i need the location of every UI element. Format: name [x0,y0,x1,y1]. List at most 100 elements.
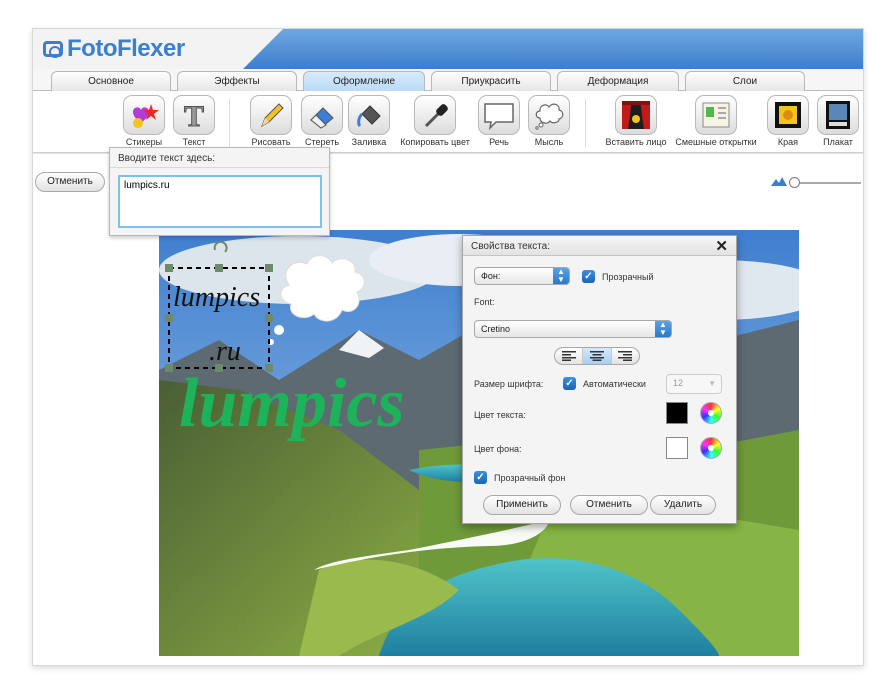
stickers-label: Стикеры [125,137,163,147]
selected-text-line2[interactable]: .ru [209,336,241,367]
tab-effects[interactable]: Эффекты [177,71,297,91]
font-select[interactable]: Cretino ▲ ▼ [474,320,672,338]
font-size-value: 12 [673,378,684,388]
text-entry-title: Вводите текст здесь: [110,148,329,168]
align-left-button[interactable] [555,348,584,364]
color-wheel-icon[interactable] [700,437,722,459]
frame-icon [775,102,801,128]
svg-text:T: T [184,100,204,131]
bg-color-label: Цвет фона: [474,444,522,454]
text-entry-panel: Вводите текст здесь: lumpics.ru [109,147,330,236]
fill-tool[interactable]: Заливка [344,95,394,147]
align-right-icon [618,351,633,361]
dialog-title-text: Свойства текста: [471,241,551,252]
font-size-select: 12 ▼ [666,374,722,394]
draw-label: Рисовать [251,137,291,147]
font-size-label: Размер шрифта: [474,379,544,389]
text-tool[interactable]: T Текст [169,95,219,147]
funny-cards-label: Смешные открытки [675,137,757,147]
paint-bucket-icon [357,105,381,128]
tab-layers[interactable]: Слои [685,71,805,91]
fill-label: Заливка [351,137,387,147]
chevron-down-icon: ▼ [708,379,716,388]
color-wheel-icon[interactable] [700,402,722,424]
chevron-updown-icon: ▲ ▼ [553,268,569,284]
stickers-tool[interactable]: Стикеры [119,95,169,147]
font-label: Font: [474,297,495,307]
text-properties-dialog: Свойства текста: ✕ Фон: ▲ ▼ ✓ Прозрачный … [462,235,737,524]
header-accent [243,29,863,69]
poster-icon [826,101,850,129]
copy-color-tool[interactable]: Копировать цвет [397,95,473,147]
transparent-label: Прозрачный [602,272,654,282]
big-text[interactable]: lumpics [179,365,405,442]
auto-size-label: Автоматически [583,379,646,389]
speech-bubble-icon [484,103,514,130]
logo-text: FotoFlexer [67,35,185,62]
thought-bubble-icon [535,103,564,130]
transparent-bg-label: Прозрачный фон [494,473,566,483]
thought-tool[interactable]: Мысль [524,95,574,147]
transparent-bg-checkbox[interactable]: ✓ [474,471,487,484]
insert-face-label: Вставить лицо [605,137,667,147]
toolbar-divider [229,99,230,147]
text-label: Текст [182,137,206,147]
align-right-button[interactable] [612,348,639,364]
selected-text-line1[interactable]: lumpics [173,282,260,313]
align-left-icon [561,351,576,361]
tab-distort[interactable]: Деформация [557,71,679,91]
text-icon: T [183,100,204,132]
eraser-icon [310,107,334,129]
logo: FotoFlexer [43,35,185,63]
zoom-slider-track[interactable] [795,182,861,184]
auto-size-checkbox[interactable]: ✓ [563,377,576,390]
poster-tool[interactable]: Плакат [813,95,863,147]
text-color-label: Цвет текста: [474,410,526,420]
background-select[interactable]: Фон: ▲ ▼ [474,267,570,285]
align-center-button[interactable] [583,348,612,364]
zoom-slider-handle[interactable] [789,177,800,188]
copy-color-label: Копировать цвет [400,137,470,147]
speech-label: Речь [489,137,509,147]
dialog-title: Свойства текста: ✕ [463,236,736,256]
align-center-icon [589,351,604,361]
poster-label: Плакат [823,137,853,147]
camera-icon [43,41,63,58]
tab-decorate[interactable]: Оформление [303,71,425,92]
erase-tool[interactable]: Стереть [297,95,347,147]
text-entry-input[interactable]: lumpics.ru [118,175,322,228]
cancel-button[interactable]: Отменить [570,495,648,515]
alignment-group [554,347,640,365]
text-color-swatch[interactable] [666,402,688,424]
edges-label: Края [777,137,799,147]
pencil-icon [261,103,284,128]
background-select-value: Фон: [481,271,501,281]
transparent-checkbox[interactable]: ✓ [582,270,595,283]
close-icon[interactable]: ✕ [715,237,728,255]
font-select-value: Cretino [481,324,511,334]
app-window: FotoFlexer Основное Эффекты Оформление П… [32,28,864,666]
draw-tool[interactable]: Рисовать [243,95,299,147]
bg-color-swatch[interactable] [666,437,688,459]
edges-tool[interactable]: Края [765,95,811,147]
mountain-icon [771,177,787,186]
toolbar: Стикеры T Текст Рисовать Стереть Заливка… [33,91,863,153]
eyedropper-icon [424,104,448,128]
header-bar: FotoFlexer [33,29,863,69]
delete-button[interactable]: Удалить [650,495,716,515]
thought-label: Мысль [534,137,564,147]
toolbar-divider [585,99,586,147]
stickers-icon [133,104,159,128]
speech-tool[interactable]: Речь [474,95,524,147]
postcard-icon [702,102,730,128]
insert-face-tool[interactable]: Вставить лицо [599,95,673,147]
funny-cards-tool[interactable]: Смешные открытки [673,95,759,147]
tab-basic[interactable]: Основное [51,71,171,91]
chevron-updown-icon: ▲ ▼ [655,321,671,337]
curtain-icon [622,101,650,129]
tab-bar: Основное Эффекты Оформление Приукрасить … [33,69,863,92]
tab-beautify[interactable]: Приукрасить [431,71,551,91]
undo-button[interactable]: Отменить [35,172,105,192]
apply-button[interactable]: Применить [483,495,561,515]
erase-label: Стереть [304,137,340,147]
